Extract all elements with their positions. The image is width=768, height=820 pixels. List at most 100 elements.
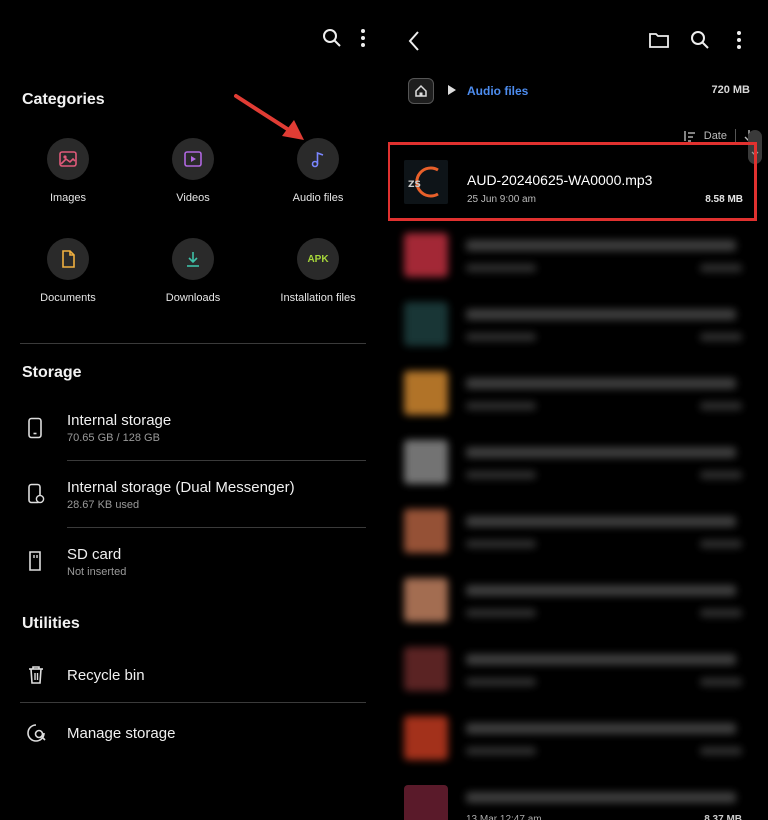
file-name-blurred xyxy=(466,792,736,803)
category-label: Documents xyxy=(40,292,96,304)
utilities-heading: Utilities xyxy=(22,615,80,632)
separator xyxy=(735,129,736,143)
file-row[interactable] xyxy=(398,429,756,495)
category-images[interactable]: Images xyxy=(8,138,128,204)
trash-icon xyxy=(26,664,46,686)
audio-files-panel: Audio files 720 MB Date ZS AUD-20240625-… xyxy=(388,0,768,820)
category-label: Audio files xyxy=(292,192,344,204)
file-date xyxy=(466,471,536,479)
audio-thumbnail xyxy=(404,647,448,691)
file-size xyxy=(700,402,742,410)
storage-usage: 28.67 KB used xyxy=(67,499,140,511)
breadcrumb-separator-icon xyxy=(448,85,456,95)
utility-title: Recycle bin xyxy=(67,667,145,684)
file-name-blurred xyxy=(466,240,736,251)
storage-title: Internal storage (Dual Messenger) xyxy=(67,479,295,496)
left-toolbar xyxy=(322,28,366,48)
divider xyxy=(67,460,366,461)
file-row[interactable]: 13 Mar 12:47 am 8.37 MB xyxy=(398,774,756,820)
utility-manage-storage[interactable]: Manage storage xyxy=(0,705,384,761)
category-documents[interactable]: Documents xyxy=(8,238,128,304)
utility-recycle-bin[interactable]: Recycle bin xyxy=(0,647,384,703)
search-icon[interactable] xyxy=(690,30,710,50)
storage-usage: 70.65 GB / 128 GB xyxy=(67,432,160,444)
breadcrumb: Audio files 720 MB xyxy=(408,78,750,106)
file-date xyxy=(466,264,536,272)
folder-icon[interactable] xyxy=(648,30,670,50)
video-icon xyxy=(172,138,214,180)
file-size xyxy=(700,333,742,341)
file-size: 8.37 MB xyxy=(704,814,742,820)
file-name-blurred xyxy=(466,378,736,389)
category-installation-files[interactable]: APK Installation files xyxy=(258,238,378,304)
file-row[interactable] xyxy=(398,360,756,426)
storage-item-internal[interactable]: Internal storage 70.65 GB / 128 GB xyxy=(0,400,384,456)
search-icon[interactable] xyxy=(322,28,342,48)
file-row[interactable] xyxy=(398,705,756,771)
file-size: 8.58 MB xyxy=(705,194,743,205)
highlighted-file-row[interactable]: ZS AUD-20240625-WA0000.mp3 25 Jun 9:00 a… xyxy=(388,142,757,221)
file-row[interactable] xyxy=(398,291,756,357)
category-downloads[interactable]: Downloads xyxy=(133,238,253,304)
home-icon[interactable] xyxy=(408,78,434,104)
file-date xyxy=(466,678,536,686)
file-date xyxy=(466,747,536,755)
file-size xyxy=(700,747,742,755)
storage-item-sd-card[interactable]: SD card Not inserted xyxy=(0,533,384,589)
folder-size: 720 MB xyxy=(711,84,750,96)
file-row[interactable] xyxy=(398,567,756,633)
audio-thumbnail xyxy=(404,302,448,346)
manage-storage-icon xyxy=(26,722,48,744)
svg-text:ZS: ZS xyxy=(408,180,421,190)
back-icon[interactable] xyxy=(408,30,420,52)
breadcrumb-current[interactable]: Audio files xyxy=(467,84,528,98)
audio-thumbnail xyxy=(404,578,448,622)
storage-title: SD card xyxy=(67,546,122,563)
storage-item-dual-messenger[interactable]: Internal storage (Dual Messenger) 28.67 … xyxy=(0,466,384,522)
audio-thumbnail xyxy=(404,440,448,484)
category-label: Installation files xyxy=(280,292,356,304)
storage-usage: Not inserted xyxy=(67,566,127,578)
file-size xyxy=(700,471,742,479)
category-label: Images xyxy=(49,192,87,204)
audio-thumbnail: ZS xyxy=(404,160,448,204)
file-size xyxy=(700,678,742,686)
phone-shield-icon xyxy=(26,483,46,505)
file-date: 13 Mar 12:47 am xyxy=(466,814,542,820)
audio-thumbnail xyxy=(404,509,448,553)
more-options-icon[interactable] xyxy=(360,28,366,48)
file-name-blurred xyxy=(466,585,736,596)
divider xyxy=(67,527,366,528)
storage-title: Internal storage xyxy=(67,412,172,429)
sort-label[interactable]: Date xyxy=(704,130,727,142)
audio-thumbnail xyxy=(404,785,448,820)
file-size xyxy=(700,540,742,548)
apk-icon: APK xyxy=(297,238,339,280)
file-row[interactable] xyxy=(398,498,756,564)
sort-icon[interactable] xyxy=(682,130,696,142)
file-date xyxy=(466,402,536,410)
file-row[interactable] xyxy=(398,222,756,288)
file-date xyxy=(466,333,536,341)
download-icon xyxy=(172,238,214,280)
categories-panel: Categories Images Videos Audio files Doc… xyxy=(0,0,384,820)
file-date xyxy=(466,609,536,617)
file-date xyxy=(466,540,536,548)
more-options-icon[interactable] xyxy=(736,30,742,50)
image-icon xyxy=(47,138,89,180)
file-size xyxy=(700,609,742,617)
divider xyxy=(20,343,366,344)
file-name-blurred xyxy=(466,654,736,665)
category-label: Downloads xyxy=(165,292,221,304)
file-row[interactable] xyxy=(398,636,756,702)
file-name-blurred xyxy=(466,723,736,734)
pointer-arrow xyxy=(230,90,310,153)
category-label: Videos xyxy=(176,192,210,204)
file-name: AUD-20240625-WA0000.mp3 xyxy=(467,172,653,188)
file-size xyxy=(700,264,742,272)
sd-card-icon xyxy=(26,550,44,572)
right-toolbar xyxy=(388,28,768,54)
phone-icon xyxy=(26,417,44,439)
file-date: 25 Jun 9:00 am xyxy=(467,194,536,205)
storage-heading: Storage xyxy=(22,364,82,381)
